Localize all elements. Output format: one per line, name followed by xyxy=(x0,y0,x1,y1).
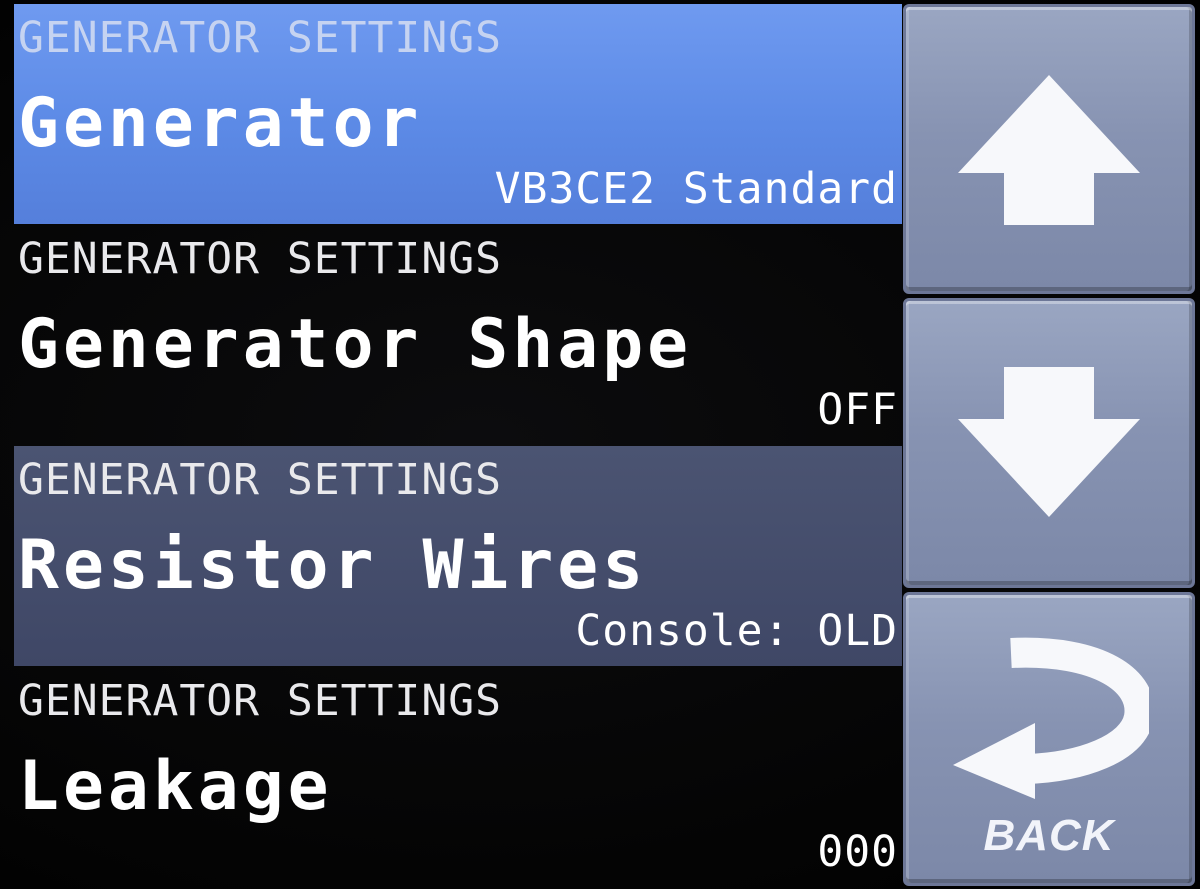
item-category: GENERATOR SETTINGS xyxy=(18,13,502,63)
settings-item-generator[interactable]: GENERATOR SETTINGS Generator VB3CE2 Stan… xyxy=(14,4,902,224)
item-category: GENERATOR SETTINGS xyxy=(18,676,502,726)
item-value: 000 xyxy=(817,827,898,877)
item-name: Resistor Wires xyxy=(18,526,648,605)
scroll-up-button[interactable] xyxy=(903,4,1195,294)
item-name: Generator xyxy=(18,84,423,163)
back-button[interactable]: BACK xyxy=(903,592,1195,886)
navigation-panel: BACK xyxy=(903,4,1195,886)
back-arrow-icon xyxy=(953,637,1149,799)
item-value: Console: OLD xyxy=(575,606,898,656)
device-screen: GENERATOR SETTINGS Generator VB3CE2 Stan… xyxy=(0,0,1200,889)
settings-item-leakage[interactable]: GENERATOR SETTINGS Leakage 000 xyxy=(14,667,902,887)
arrow-down-icon xyxy=(958,367,1140,517)
item-name: Leakage xyxy=(18,747,333,826)
item-value: VB3CE2 Standard xyxy=(494,164,898,214)
item-value: OFF xyxy=(817,385,898,435)
arrow-up-icon xyxy=(958,75,1140,225)
item-category: GENERATOR SETTINGS xyxy=(18,455,502,505)
item-category: GENERATOR SETTINGS xyxy=(18,234,502,284)
settings-item-generator-shape[interactable]: GENERATOR SETTINGS Generator Shape OFF xyxy=(14,225,902,445)
item-name: Generator Shape xyxy=(18,305,693,384)
settings-item-resistor-wires[interactable]: GENERATOR SETTINGS Resistor Wires Consol… xyxy=(14,446,902,666)
back-label: BACK xyxy=(983,811,1115,860)
settings-list: GENERATOR SETTINGS Generator VB3CE2 Stan… xyxy=(14,4,902,889)
scroll-down-button[interactable] xyxy=(903,298,1195,588)
